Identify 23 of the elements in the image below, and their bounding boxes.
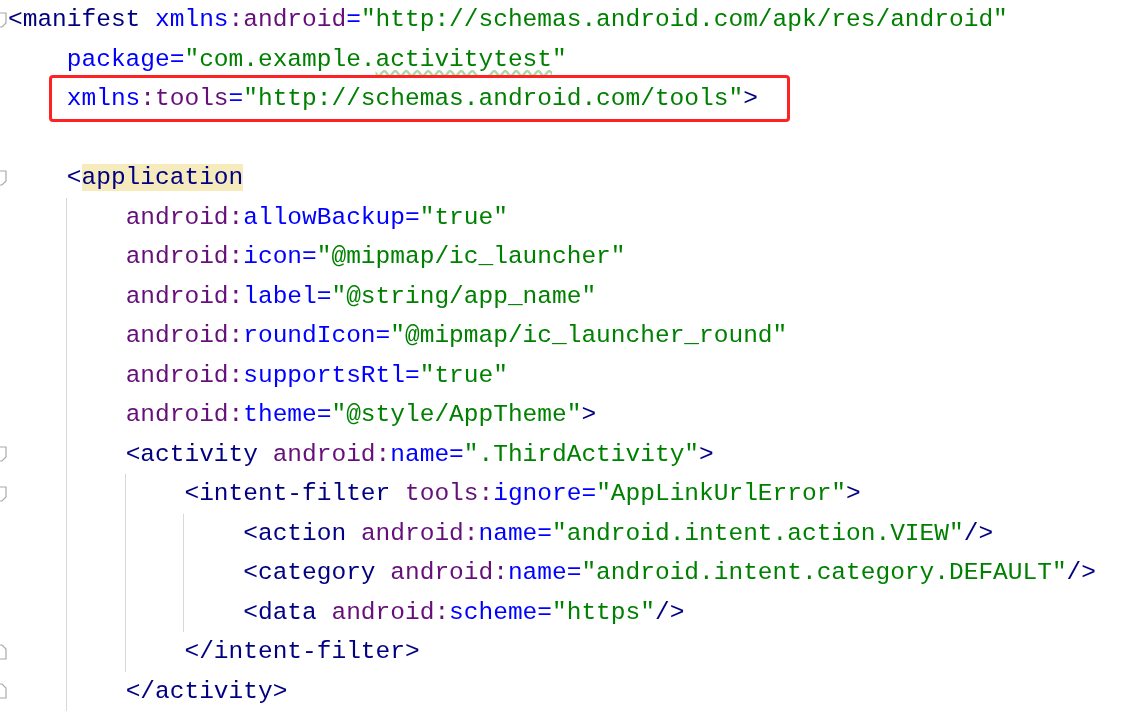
code-line: android:allowBackup="true" — [125, 202, 508, 233]
code-line: <data android:scheme="https"/> — [243, 597, 685, 628]
fold-icon[interactable] — [0, 643, 7, 660]
fold-icon[interactable] — [0, 446, 7, 463]
fold-icon[interactable] — [0, 169, 7, 186]
code-line: xmlns:tools="http://schemas.android.com/tools"> — [66, 84, 758, 115]
code-line: <activity android:name=".ThirdActivity"> — [125, 439, 714, 470]
code-line: <action android:name="android.intent.action.VIEW"/> — [243, 518, 994, 549]
code-line: </intent-filter> — [184, 637, 420, 667]
code-line: android:theme="@style/AppTheme"> — [125, 400, 597, 430]
code-line: android:supportsRtl="true" — [125, 360, 508, 391]
code-line: android:roundIcon="@mipmap/ic_launcher_round" — [125, 321, 788, 351]
code-line: <manifest xmlns:android="http://schemas.android.com/apk/res/android" — [8, 5, 1008, 35]
fold-icon[interactable] — [0, 683, 7, 700]
code-line: <application — [66, 163, 244, 193]
code-line: <intent-filter tools:ignore="AppLinkUrlError"> — [184, 479, 861, 509]
code-line: </activity> — [125, 676, 288, 707]
code-line: <category android:name="android.intent.category.DEFAULT"/> — [243, 558, 1096, 588]
code-line: android:label="@string/app_name" — [125, 281, 597, 312]
fold-icon[interactable] — [0, 485, 7, 502]
fold-icon[interactable] — [0, 11, 7, 28]
code-line: package="com.example.activitytest" — [66, 44, 567, 75]
code-line: android:icon="@mipmap/ic_launcher" — [125, 242, 626, 272]
